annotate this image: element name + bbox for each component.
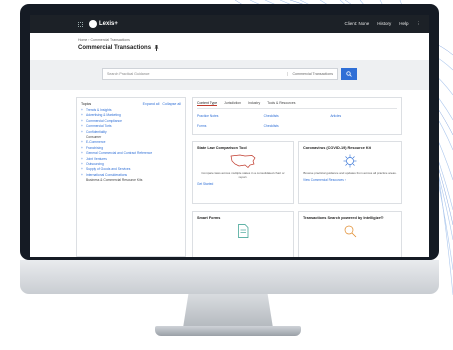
top-bar: Lexis+ Client: None History Help ⋮ (30, 15, 429, 33)
history-link[interactable]: History (377, 21, 391, 27)
search-scope-select[interactable]: Commercial Transactions (287, 72, 333, 76)
topics-panel: Topics Expand all Collapse all + Trends &… (76, 97, 186, 257)
us-map-icon (230, 154, 256, 168)
articles-link[interactable]: Articles (330, 114, 397, 118)
search-doc-icon (344, 225, 357, 238)
practice-notes-link[interactable]: Practice Notes (197, 114, 264, 118)
feature-title: Coronavirus (COVID-19) Resource Kit (303, 146, 371, 150)
content-type-links: Practice Notes Checklists Articles Forms… (197, 114, 397, 128)
pin-icon[interactable] (154, 45, 159, 51)
app-screen: Lexis+ Client: None History Help ⋮ Home … (30, 15, 429, 257)
search-band: Search Practical Guidance Commercial Tra… (30, 60, 429, 90)
feature-title: Transactions Search powered by Intelligi… (303, 216, 384, 220)
page-title-text: Commercial Transactions (78, 45, 152, 51)
collapse-all-link[interactable]: Collapse all (162, 102, 181, 106)
logo-text: Lexis+ (99, 21, 118, 27)
breadcrumb[interactable]: Home › Commercial Transactions (78, 38, 429, 42)
tab-bar: Content Type Jurisdiction Industry Tools… (197, 101, 397, 109)
transactions-search-card[interactable]: Transactions Search powered by Intelligi… (298, 211, 402, 257)
covid-resource-kit-card[interactable]: Coronavirus (COVID-19) Resource Kit Brow… (298, 141, 402, 204)
top-nav: Client: None History Help ⋮ (344, 21, 421, 27)
feature-title: State Law Comparison Tool (197, 146, 247, 150)
help-link[interactable]: Help (399, 21, 408, 27)
more-menu-icon[interactable]: ⋮ (417, 21, 422, 27)
smart-forms-card[interactable]: Smart Forms (192, 211, 294, 257)
expand-plus-icon[interactable]: + (81, 173, 84, 178)
monitor-base (155, 326, 301, 336)
search-placeholder: Search Practical Guidance (107, 72, 150, 76)
client-selector[interactable]: Client: None (344, 21, 369, 27)
checklists-link-2[interactable]: Checklists (264, 124, 331, 128)
content-tabs-panel: Content Type Jurisdiction Industry Tools… (192, 97, 402, 135)
logo-mark-icon (89, 20, 97, 28)
forms-link[interactable]: Forms (197, 124, 264, 128)
get-started-link[interactable]: Get Started (197, 182, 289, 186)
page-title: Commercial Transactions (78, 45, 429, 51)
app-grid-icon[interactable] (78, 21, 83, 27)
feature-title: Smart Forms (197, 216, 221, 220)
topic-item[interactable]: Business & Commercial Resource Kits (81, 178, 181, 183)
logo[interactable]: Lexis+ (89, 20, 118, 28)
topic-label: Business & Commercial Resource Kits (86, 178, 143, 183)
topics-header: Topics Expand all Collapse all (81, 102, 181, 106)
monitor-chin (20, 260, 439, 294)
virus-icon (343, 154, 357, 168)
tab-industry[interactable]: Industry (248, 101, 260, 106)
topic-list: + Trends & Insights + Advertising & Marketi… (81, 108, 181, 184)
document-icon (238, 224, 249, 238)
search-button[interactable] (341, 68, 357, 80)
view-commercial-resources-link[interactable]: View Commercial Resources › (303, 178, 397, 182)
search-input[interactable]: Search Practical Guidance Commercial Tra… (102, 68, 338, 80)
checklists-link[interactable]: Checklists (264, 114, 331, 118)
tab-content-type[interactable]: Content Type (197, 101, 218, 106)
topics-heading: Topics (81, 102, 92, 106)
state-law-tool-card[interactable]: State Law Comparison Tool Compare laws a… (192, 141, 294, 204)
search-icon (346, 71, 352, 77)
monitor-stand (183, 294, 273, 328)
tab-tools-resources[interactable]: Tools & Resources (267, 101, 295, 106)
expand-all-link[interactable]: Expand all (143, 102, 160, 106)
expand-plus-icon[interactable]: + (81, 130, 84, 135)
feature-description: Compare laws across multiple states in a… (201, 171, 285, 179)
feature-description: Browse practical guidance and updates fr… (303, 171, 397, 175)
tab-jurisdiction[interactable]: Jurisdiction (224, 101, 241, 106)
